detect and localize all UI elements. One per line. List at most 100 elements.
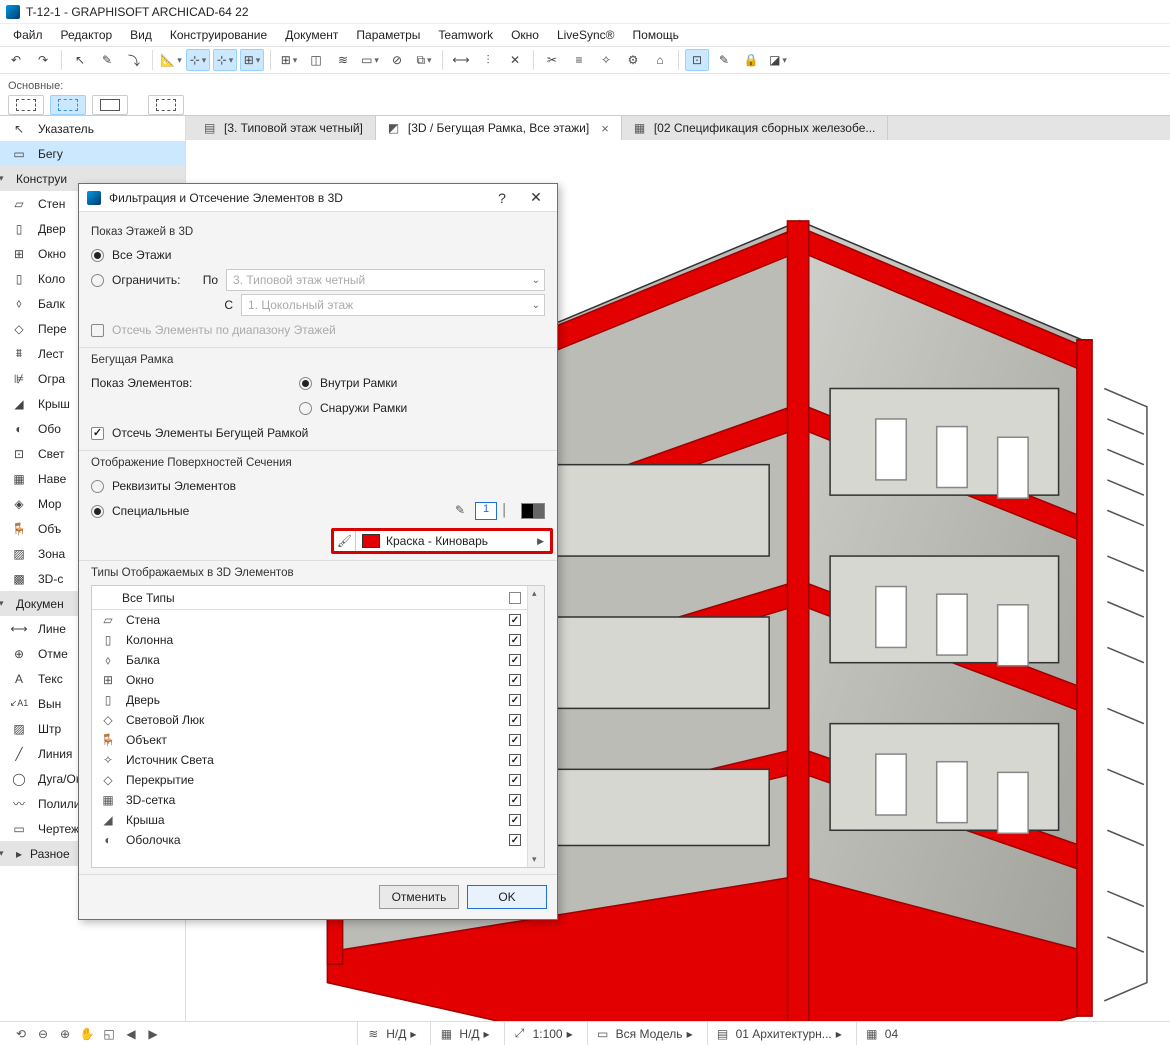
- suspend-button[interactable]: ⊘: [385, 49, 409, 71]
- close-icon[interactable]: ×: [601, 121, 609, 136]
- snap3-button[interactable]: ⊞: [240, 49, 264, 71]
- prev-view-icon[interactable]: ◀: [122, 1025, 140, 1043]
- type-checkbox[interactable]: [509, 614, 521, 626]
- type-checkbox[interactable]: [509, 794, 521, 806]
- align-button[interactable]: ≡: [567, 49, 591, 71]
- pick-button[interactable]: ↖: [68, 49, 92, 71]
- type-row[interactable]: ✧Источник Света: [92, 750, 527, 770]
- dialog-title-bar[interactable]: Фильтрация и Отсечение Элементов в 3D ? …: [79, 184, 557, 212]
- radio-limit-stories[interactable]: [91, 274, 104, 287]
- next-view-icon[interactable]: ▶: [144, 1025, 162, 1043]
- grid-button[interactable]: ⊞: [277, 49, 301, 71]
- marquee-mode-2[interactable]: [50, 95, 86, 115]
- type-row[interactable]: ◇Световой Люк: [92, 710, 527, 730]
- type-icon: ✧: [98, 753, 118, 767]
- undo-button[interactable]: ↶: [4, 49, 28, 71]
- menu-view[interactable]: Вид: [123, 26, 159, 44]
- type-row[interactable]: 🪑Объект: [92, 730, 527, 750]
- radio-inside-marquee[interactable]: [299, 377, 312, 390]
- types-header-row[interactable]: Все Типы: [92, 586, 527, 610]
- edit-button[interactable]: ✎: [712, 49, 736, 71]
- fav-button[interactable]: ✧: [594, 49, 618, 71]
- solid-button[interactable]: ◪: [766, 49, 790, 71]
- eyedrop-button[interactable]: ✎: [95, 49, 119, 71]
- type-checkbox[interactable]: [509, 674, 521, 686]
- type-row[interactable]: ▱Стена: [92, 610, 527, 630]
- zoom-out-icon[interactable]: ⊖: [34, 1025, 52, 1043]
- prop-button[interactable]: ⚙: [621, 49, 645, 71]
- layers-button[interactable]: ≋: [331, 49, 355, 71]
- zoom-in-icon[interactable]: ⊕: [56, 1025, 74, 1043]
- menu-design[interactable]: Конструирование: [163, 26, 274, 44]
- type-row[interactable]: ▯Колонна: [92, 630, 527, 650]
- group-surfaces: Отображение Поверхностей Сечения: [91, 457, 545, 469]
- menu-options[interactable]: Параметры: [349, 26, 427, 44]
- menu-teamwork[interactable]: Teamwork: [431, 26, 500, 44]
- menu-edit[interactable]: Редактор: [54, 26, 120, 44]
- type-checkbox[interactable]: [509, 714, 521, 726]
- snap1-button[interactable]: ⊹: [186, 49, 210, 71]
- radio-special[interactable]: [91, 505, 104, 518]
- sel-button[interactable]: ▭: [358, 49, 382, 71]
- fit-icon[interactable]: ◱: [100, 1025, 118, 1043]
- orbit-icon[interactable]: ⟲: [12, 1025, 30, 1043]
- type-checkbox[interactable]: [509, 634, 521, 646]
- type-row[interactable]: ◢Крыша: [92, 810, 527, 830]
- tool-marquee[interactable]: ▭Бегу: [0, 141, 185, 166]
- pen-color-swatch[interactable]: [521, 503, 545, 519]
- type-checkbox[interactable]: [509, 694, 521, 706]
- tab-3d[interactable]: ◩[3D / Бегущая Рамка, Все этажи]×: [376, 116, 622, 140]
- group-button[interactable]: ⧉: [412, 49, 436, 71]
- type-row[interactable]: ▦3D-сетка: [92, 790, 527, 810]
- menu-window[interactable]: Окно: [504, 26, 546, 44]
- menu-file[interactable]: Файл: [6, 26, 50, 44]
- type-icon: ▱: [98, 613, 118, 627]
- check-trim-marquee[interactable]: Отсечь Элементы Бегущей Рамкой: [91, 422, 545, 444]
- lock-button[interactable]: 🔒: [739, 49, 763, 71]
- redo-button[interactable]: ↷: [31, 49, 55, 71]
- cancel-button[interactable]: Отменить: [379, 885, 459, 909]
- marquee-mode-4[interactable]: [148, 95, 184, 115]
- menu-help[interactable]: Помощь: [626, 26, 686, 44]
- type-row[interactable]: ▯Дверь: [92, 690, 527, 710]
- types-scrollbar[interactable]: [527, 586, 544, 867]
- type-checkbox[interactable]: [509, 834, 521, 846]
- type-row[interactable]: ◐Оболочка: [92, 830, 527, 850]
- menu-bar: Файл Редактор Вид Конструирование Докуме…: [0, 24, 1170, 46]
- dim2-button[interactable]: ⫶: [476, 49, 500, 71]
- tab-schedule[interactable]: ▦[02 Спецификация сборных железобе...: [622, 116, 889, 140]
- home-button[interactable]: ⌂: [648, 49, 672, 71]
- type-row[interactable]: ⬨Балка: [92, 650, 527, 670]
- hand-icon[interactable]: ✋: [78, 1025, 96, 1043]
- pen-number-input[interactable]: 1: [475, 502, 497, 520]
- tool-arrow[interactable]: ↖Указатель: [0, 116, 185, 141]
- type-checkbox[interactable]: [509, 654, 521, 666]
- type-checkbox[interactable]: [509, 734, 521, 746]
- menu-document[interactable]: Документ: [278, 26, 345, 44]
- type-row[interactable]: ◇Перекрытие: [92, 770, 527, 790]
- dim3-button[interactable]: ✕: [503, 49, 527, 71]
- dim-button[interactable]: ⟷: [449, 49, 473, 71]
- radio-outside-marquee[interactable]: [299, 402, 312, 415]
- ok-button[interactable]: OK: [467, 885, 547, 909]
- filter3d-button[interactable]: ⊡: [685, 49, 709, 71]
- type-checkbox[interactable]: [509, 754, 521, 766]
- inject-button[interactable]: ⤵: [122, 49, 146, 71]
- radio-all-stories[interactable]: Все Этажи: [91, 244, 545, 266]
- tab-floorplan[interactable]: ▤[3. Типовой этаж четный]: [192, 116, 376, 140]
- marquee-mode-3[interactable]: [92, 95, 128, 115]
- radio-elem-attrib[interactable]: Реквизиты Элементов: [91, 475, 545, 497]
- menu-livesync[interactable]: LiveSync®: [550, 26, 622, 44]
- ruler-button[interactable]: 📐: [159, 49, 183, 71]
- close-button[interactable]: ✕: [523, 186, 549, 210]
- type-row[interactable]: ⊞Окно: [92, 670, 527, 690]
- surface-material-picker[interactable]: 🖌 Краска - Киноварь ▶: [331, 528, 553, 554]
- marquee-mode-1[interactable]: [8, 95, 44, 115]
- snap2-button[interactable]: ⊹: [213, 49, 237, 71]
- all-types-checkbox[interactable]: [509, 592, 521, 604]
- trace-button[interactable]: ◫: [304, 49, 328, 71]
- type-checkbox[interactable]: [509, 774, 521, 786]
- cut-button[interactable]: ✂: [540, 49, 564, 71]
- type-checkbox[interactable]: [509, 814, 521, 826]
- help-button[interactable]: ?: [489, 186, 515, 210]
